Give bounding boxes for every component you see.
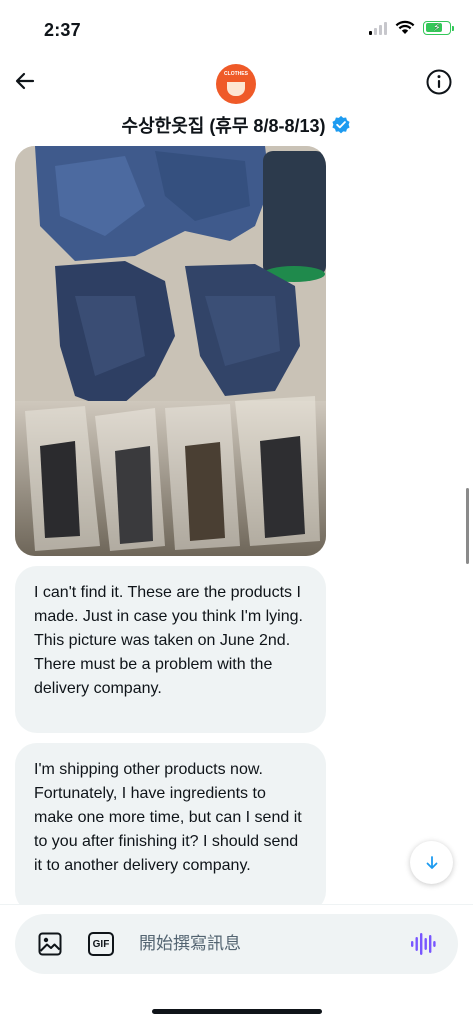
conversation-title: 수상한옷집 (휴무 8/8-8/13) bbox=[121, 116, 326, 136]
message-bubble[interactable]: I can't find it. These are the products … bbox=[15, 566, 326, 733]
scroll-to-bottom-button[interactable] bbox=[410, 841, 453, 884]
voice-waveform-icon bbox=[411, 933, 436, 955]
title-row[interactable]: 수상한옷집 (휴무 8/8-8/13) bbox=[0, 112, 473, 138]
back-button[interactable] bbox=[10, 66, 40, 96]
avatar[interactable]: CLOTHES bbox=[216, 64, 256, 104]
home-indicator[interactable] bbox=[152, 1009, 322, 1014]
arrow-left-icon bbox=[15, 72, 35, 90]
composer-bar: GIF bbox=[0, 904, 473, 1024]
info-icon bbox=[426, 69, 452, 95]
avatar-logo-mark bbox=[227, 82, 245, 96]
clothing-photo bbox=[15, 146, 326, 556]
status-icons: ⚡ bbox=[369, 20, 454, 35]
avatar-logo-text: CLOTHES bbox=[224, 71, 248, 77]
scrollbar[interactable] bbox=[466, 488, 469, 564]
message-bubble[interactable]: I'm shipping other products now. Fortuna… bbox=[15, 743, 326, 904]
conversation-header: CLOTHES 수상한옷집 (휴무 8/8-8/13) bbox=[0, 56, 473, 146]
wifi-icon bbox=[395, 20, 415, 34]
arrow-down-icon bbox=[426, 855, 437, 869]
voice-message-button[interactable] bbox=[410, 932, 436, 956]
message-input[interactable] bbox=[139, 929, 389, 959]
status-time: 2:37 bbox=[44, 20, 81, 40]
message-list[interactable]: I can't find it. These are the products … bbox=[0, 146, 473, 904]
status-bar: 2:37 ⚡ bbox=[0, 0, 473, 56]
battery-charging-icon: ⚡ bbox=[423, 20, 454, 35]
cellular-signal-icon bbox=[369, 21, 387, 35]
add-image-button[interactable] bbox=[37, 931, 63, 957]
message-image[interactable] bbox=[15, 146, 326, 556]
image-icon bbox=[38, 932, 62, 956]
composer: GIF bbox=[15, 914, 458, 974]
gif-button[interactable]: GIF bbox=[88, 932, 114, 956]
verified-badge-icon bbox=[332, 115, 351, 134]
conversation-info-button[interactable] bbox=[425, 68, 453, 96]
